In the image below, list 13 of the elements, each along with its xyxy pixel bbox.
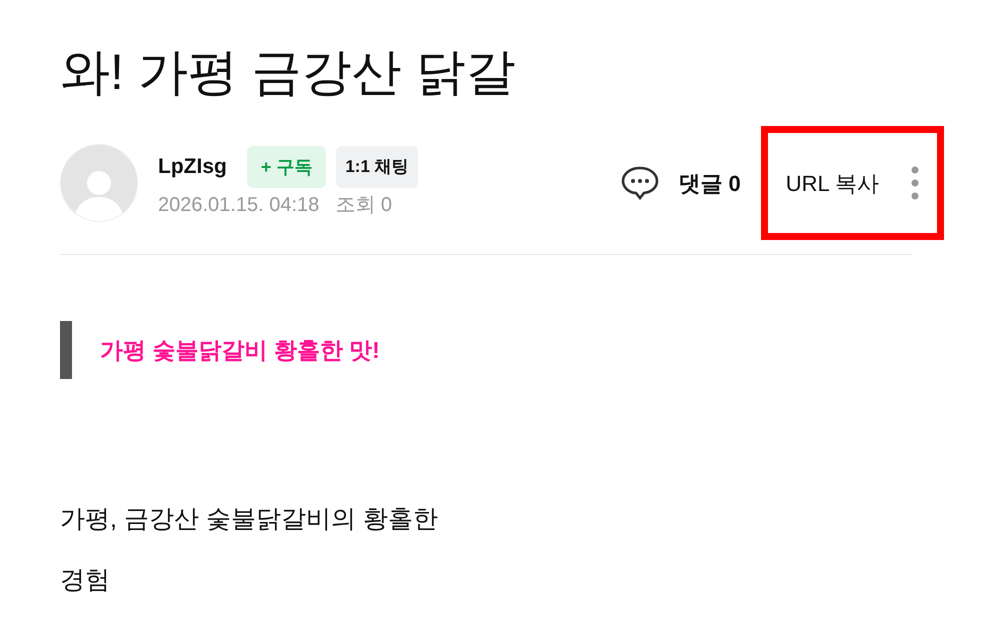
quote-bar: [60, 321, 72, 379]
speech-bubble-icon: [620, 165, 660, 201]
url-copy-button[interactable]: URL 복사: [786, 166, 879, 200]
comment-button[interactable]: 댓글 0: [620, 165, 741, 201]
author-name[interactable]: LpZIsg: [158, 151, 227, 183]
view-count: 조회 0: [335, 193, 392, 218]
post-date: 2026.01.15. 04:18: [158, 193, 320, 218]
post-title: 와! 가평 금강산 닭갈: [60, 43, 516, 102]
body-text: 경험: [60, 565, 110, 596]
quote-text: 가평 숯불닭갈비 황홀한 맛!: [100, 336, 380, 365]
body-text: 가평, 금강산 숯불닭갈비의 황홀한: [60, 504, 438, 535]
chat-button[interactable]: 1:1 채팅: [336, 146, 418, 188]
more-icon[interactable]: [911, 166, 919, 200]
